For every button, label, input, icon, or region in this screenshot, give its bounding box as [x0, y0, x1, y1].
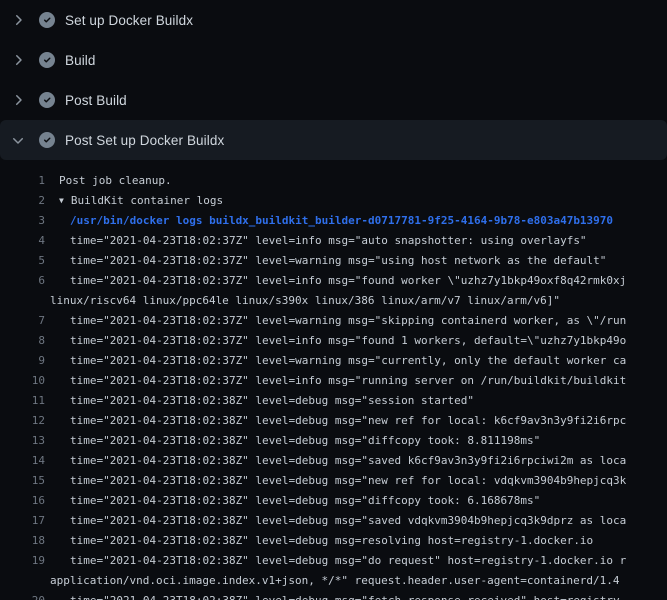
chevron-right-icon[interactable] [10, 52, 26, 68]
log-line: 10time="2021-04-23T18:02:37Z" level=info… [0, 370, 667, 390]
log-line: 8time="2021-04-23T18:02:37Z" level=info … [0, 330, 667, 350]
log-line-text: time="2021-04-23T18:02:38Z" level=debug … [45, 394, 474, 407]
log-line-number[interactable]: 18 [0, 534, 45, 547]
step-row-set-up-docker-buildx[interactable]: Set up Docker Buildx [0, 0, 667, 40]
step-label: Post Build [65, 93, 127, 108]
log-line: application/vnd.oci.image.index.v1+json,… [0, 570, 667, 590]
log-line-number[interactable]: 4 [0, 234, 45, 247]
log-line: 18time="2021-04-23T18:02:38Z" level=debu… [0, 530, 667, 550]
log-line-text: time="2021-04-23T18:02:38Z" level=debug … [45, 414, 626, 427]
log-group-title[interactable]: BuildKit container logs [71, 194, 223, 207]
check-circle-icon [39, 12, 55, 28]
log-line: 15time="2021-04-23T18:02:38Z" level=debu… [0, 470, 667, 490]
log-line-number[interactable]: 6 [0, 274, 45, 287]
log-line: 12time="2021-04-23T18:02:38Z" level=debu… [0, 410, 667, 430]
log-line: 4time="2021-04-23T18:02:37Z" level=info … [0, 230, 667, 250]
log-line-number[interactable]: 3 [0, 214, 45, 227]
log-line: 13time="2021-04-23T18:02:38Z" level=debu… [0, 430, 667, 450]
step-row-post-build[interactable]: Post Build [0, 80, 667, 120]
log-line: linux/riscv64 linux/ppc64le linux/s390x … [0, 290, 667, 310]
step-row-post-set-up-docker-buildx[interactable]: Post Set up Docker Buildx [0, 120, 667, 160]
log-line-number[interactable]: 20 [0, 594, 45, 600]
log-line-number[interactable]: 19 [0, 554, 45, 567]
log-line-number[interactable]: 7 [0, 314, 45, 327]
log-line-number[interactable]: 10 [0, 374, 45, 387]
log-line-number[interactable]: 11 [0, 394, 45, 407]
log-line-text: time="2021-04-23T18:02:38Z" level=debug … [45, 494, 540, 507]
log-line-number[interactable]: 15 [0, 474, 45, 487]
log-line-text: time="2021-04-23T18:02:38Z" level=debug … [45, 434, 540, 447]
log-line-number[interactable]: 12 [0, 414, 45, 427]
step-label: Set up Docker Buildx [65, 13, 193, 28]
chevron-right-icon[interactable] [10, 92, 26, 108]
log-line-text: time="2021-04-23T18:02:38Z" level=debug … [45, 554, 626, 567]
log-line: 3/usr/bin/docker logs buildx_buildkit_bu… [0, 210, 667, 230]
log-line: 16time="2021-04-23T18:02:38Z" level=debu… [0, 490, 667, 510]
log-line-text: time="2021-04-23T18:02:38Z" level=debug … [45, 474, 626, 487]
log-line: 19time="2021-04-23T18:02:38Z" level=debu… [0, 550, 667, 570]
log-line: 9time="2021-04-23T18:02:37Z" level=warni… [0, 350, 667, 370]
log-line: 17time="2021-04-23T18:02:38Z" level=debu… [0, 510, 667, 530]
log-line-number[interactable]: 5 [0, 254, 45, 267]
log-line-text: time="2021-04-23T18:02:38Z" level=debug … [45, 454, 626, 467]
step-label: Post Set up Docker Buildx [65, 133, 224, 148]
log-line-text: time="2021-04-23T18:02:37Z" level=warnin… [45, 254, 606, 267]
log-line: 11time="2021-04-23T18:02:38Z" level=debu… [0, 390, 667, 410]
log-line-text: time="2021-04-23T18:02:38Z" level=debug … [45, 534, 593, 547]
step-log-area: 1Post job cleanup.2▼BuildKit container l… [0, 160, 667, 600]
log-line-text: linux/riscv64 linux/ppc64le linux/s390x … [45, 294, 560, 307]
job-steps-list: Set up Docker Buildx Build Post Build Post … [0, 0, 667, 160]
log-line-text: time="2021-04-23T18:02:37Z" level=warnin… [45, 314, 626, 327]
log-line-number[interactable]: 2 [0, 194, 45, 207]
log-line: 20time="2021-04-23T18:02:38Z" level=debu… [0, 590, 667, 600]
log-line-text: Post job cleanup. [45, 174, 172, 187]
log-line: 6time="2021-04-23T18:02:37Z" level=info … [0, 270, 667, 290]
log-line-text: time="2021-04-23T18:02:38Z" level=debug … [45, 514, 626, 527]
check-circle-icon [39, 92, 55, 108]
log-command-text: /usr/bin/docker logs buildx_buildkit_bui… [45, 214, 613, 227]
log-line-text: time="2021-04-23T18:02:37Z" level=info m… [45, 374, 626, 387]
log-line-number[interactable]: 8 [0, 334, 45, 347]
chevron-right-icon[interactable] [10, 12, 26, 28]
group-collapse-triangle-icon[interactable]: ▼ [59, 196, 64, 205]
check-circle-icon [39, 52, 55, 68]
log-line-number[interactable]: 17 [0, 514, 45, 527]
chevron-down-icon[interactable] [10, 132, 26, 148]
log-line: 7time="2021-04-23T18:02:37Z" level=warni… [0, 310, 667, 330]
log-line-number[interactable]: 13 [0, 434, 45, 447]
log-line-text: time="2021-04-23T18:02:37Z" level=warnin… [45, 354, 626, 367]
log-line-number[interactable]: 14 [0, 454, 45, 467]
log-line-text: application/vnd.oci.image.index.v1+json,… [45, 574, 620, 587]
log-line-text: time="2021-04-23T18:02:37Z" level=info m… [45, 234, 587, 247]
step-row-build[interactable]: Build [0, 40, 667, 80]
log-line-text: time="2021-04-23T18:02:37Z" level=info m… [45, 274, 626, 287]
log-line: 1Post job cleanup. [0, 170, 667, 190]
check-circle-icon [39, 132, 55, 148]
log-line: 2 ▼ BuildKit container logs [0, 190, 667, 210]
log-line-number[interactable]: 9 [0, 354, 45, 367]
log-line-text: time="2021-04-23T18:02:38Z" level=debug … [45, 594, 626, 600]
log-line-number[interactable]: 16 [0, 494, 45, 507]
log-line-number[interactable]: 1 [0, 174, 45, 187]
log-line: 14time="2021-04-23T18:02:38Z" level=debu… [0, 450, 667, 470]
step-label: Build [65, 53, 96, 68]
log-line: 5time="2021-04-23T18:02:37Z" level=warni… [0, 250, 667, 270]
log-line-text: time="2021-04-23T18:02:37Z" level=info m… [45, 334, 626, 347]
